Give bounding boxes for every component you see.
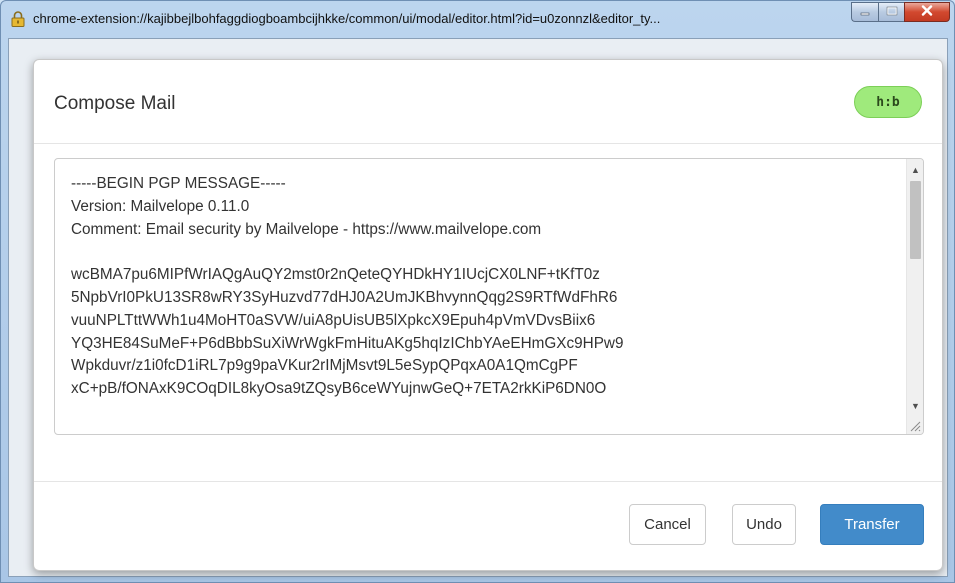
message-line: wcBMA7pu6MIPfWrIAQgAuQY2mst0r2nQeteQYHDk… bbox=[71, 266, 600, 284]
window-title: chrome-extension://kajibbejlbohfaggdiogb… bbox=[33, 11, 661, 26]
scroll-down-icon[interactable]: ▼ bbox=[907, 397, 923, 414]
message-line: Version: Mailvelope 0.11.0 bbox=[71, 197, 250, 215]
close-icon bbox=[921, 3, 933, 21]
resize-grip-icon[interactable] bbox=[908, 419, 922, 433]
message-line: -----BEGIN PGP MESSAGE----- bbox=[71, 175, 286, 192]
message-line: 5NpbVrI0PkU13SR8wRY3SyHuzvd77dHJ0A2UmJKB… bbox=[71, 288, 618, 306]
security-badge: h:b bbox=[854, 86, 922, 118]
compose-mail-dialog: Compose Mail h:b -----BEGIN PGP MESSAGE-… bbox=[33, 59, 943, 571]
minimize-button[interactable] bbox=[851, 2, 878, 22]
maximize-button[interactable] bbox=[878, 2, 904, 22]
message-line: Comment: Email security by Mailvelope - … bbox=[71, 220, 542, 238]
message-line: Wpkduvr/z1i0fcD1iRL7p9g9paVKur2rIMjMsvt9… bbox=[71, 357, 578, 375]
message-line: YQ3HE84SuMeF+P6dBbbSuXiWrWgkFmHituAKg5hq… bbox=[71, 334, 624, 352]
message-editor[interactable]: -----BEGIN PGP MESSAGE----- Version: Mail… bbox=[54, 158, 924, 435]
message-text[interactable]: -----BEGIN PGP MESSAGE----- Version: Mail… bbox=[71, 173, 901, 401]
scroll-up-icon[interactable]: ▲ bbox=[907, 161, 923, 178]
dialog-footer: Cancel Undo Transfer bbox=[34, 481, 942, 571]
dialog-header: Compose Mail h:b bbox=[34, 60, 942, 144]
window-controls bbox=[851, 2, 950, 22]
lock-icon bbox=[11, 11, 25, 27]
dialog-title: Compose Mail bbox=[54, 93, 176, 114]
message-line bbox=[71, 241, 901, 264]
undo-button[interactable]: Undo bbox=[732, 504, 796, 545]
message-line: vuuNPLTttWWh1u4MoHT0aSVW/uiA8pUisUB5lXpk… bbox=[71, 311, 596, 329]
message-line: xC+pB/fONAxK9COqDIL8kyOsa9tZQsyB6ceWYujn… bbox=[71, 380, 607, 398]
transfer-button[interactable]: Transfer bbox=[820, 504, 924, 545]
title-bar[interactable]: chrome-extension://kajibbejlbohfaggdiogb… bbox=[1, 1, 955, 37]
minimize-icon bbox=[860, 3, 870, 21]
close-button[interactable] bbox=[904, 2, 950, 22]
maximize-icon bbox=[886, 3, 898, 21]
cancel-button[interactable]: Cancel bbox=[629, 504, 706, 545]
vertical-scrollbar[interactable]: ▲ ▼ bbox=[906, 159, 923, 434]
scrollbar-thumb[interactable] bbox=[910, 181, 921, 259]
